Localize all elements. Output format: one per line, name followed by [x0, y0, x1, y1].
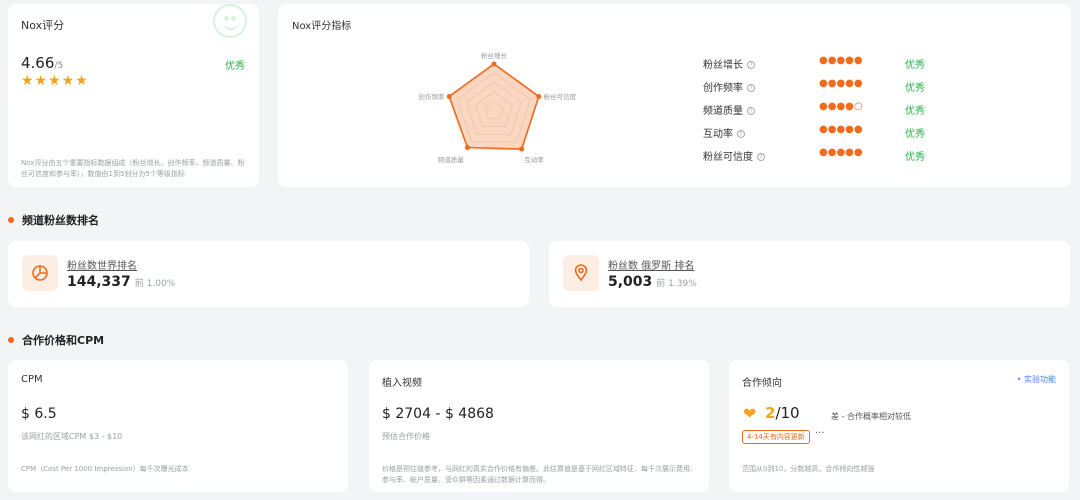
coop-footnote: 范围从0到10，分数越高，合作倾向性越强	[742, 465, 875, 473]
pie-chart-icon	[22, 255, 58, 291]
radar-point	[519, 146, 525, 152]
metric-label: 创作频率?	[703, 79, 755, 94]
world-rank-value: 144,337 前 1.00%	[67, 274, 176, 290]
cpm-value: $ 6.5	[21, 406, 57, 422]
radar-axis-label: 粉丝可信度	[544, 92, 577, 101]
world-rank-link[interactable]: 粉丝数世界排名	[67, 257, 137, 272]
score-description: Nox评分由五个重要指标数据组成（粉丝增长、创作频率、频道质量、粉丝可信度和参与…	[21, 159, 245, 178]
radar-axis-label: 频道质量	[438, 155, 465, 164]
radar-chart: 粉丝增长粉丝可信度互动率 频道质量 创作频率	[418, 51, 577, 164]
metric-row-channel-quality: 频道质量? ●●●●○ 优秀	[703, 101, 1003, 118]
help-icon[interactable]: ?	[737, 130, 745, 138]
metric-dots: ●●●●●	[819, 55, 863, 66]
country-rank-card: 粉丝数 俄罗斯 排名 5,003 前 1.39%	[549, 241, 1070, 307]
radar-point	[491, 61, 497, 67]
metric-grade: 优秀	[905, 152, 925, 163]
metric-dots: ●●●●●	[819, 147, 863, 158]
cooperation-card: 合作倾向 • 实验功能 ❤ 2/10 差 - 合作概率相对较低 4-14天有内容…	[729, 360, 1069, 492]
radar-axis-label: 创作频率	[418, 92, 445, 101]
cpm-range: 该网红的区域CPM $3 - $10	[21, 432, 123, 441]
coop-score-note: 差 - 合作概率相对较低	[831, 412, 911, 421]
radar-series	[448, 62, 540, 150]
help-icon[interactable]: ?	[747, 84, 755, 92]
pricing-section-title: 合作价格和CPM	[8, 332, 104, 348]
metric-grade: 优秀	[905, 106, 925, 117]
nox-metrics-card: Nox评分指标 粉丝增长粉丝可信度互动率 频道质量 创作频率 粉丝增长? ●●●●●…	[278, 4, 1071, 187]
star-rating-icon: ★★★★★	[21, 73, 89, 89]
score-number: 4.66	[21, 54, 55, 72]
video-title: 植入视频	[382, 378, 422, 389]
country-rank-value: 5,003 前 1.39%	[608, 274, 697, 290]
metric-grade: 优秀	[905, 129, 925, 140]
coop-score: 2/10	[765, 404, 800, 422]
help-icon[interactable]: ?	[757, 153, 765, 161]
nox-score-card: Nox评分 4.66/5 优秀 ★★★★★ Nox评分由五个重要指标数据组成（粉…	[8, 4, 259, 187]
smiley-icon	[213, 4, 247, 38]
experimental-feature-link[interactable]: • 实验功能	[1017, 374, 1056, 385]
more-icon[interactable]: ···	[815, 428, 825, 439]
help-icon[interactable]: ?	[747, 107, 755, 115]
help-icon[interactable]: ?	[747, 61, 755, 69]
radar-point	[446, 93, 452, 99]
metric-label: 频道质量?	[703, 102, 755, 117]
radar-axis-label: 互动率	[524, 155, 544, 164]
metric-label: 互动率?	[703, 125, 745, 140]
coop-title: 合作倾向	[742, 378, 782, 389]
cpm-card: CPM $ 6.5 该网红的区域CPM $3 - $10 CPM（Cost Pe…	[8, 360, 348, 492]
radar-point	[464, 145, 470, 151]
score-scale: /5	[54, 61, 64, 71]
integrated-video-card: 植入视频 $ 2704 - $ 4868 预估合作价格 价格是预估值参考，与网红…	[369, 360, 709, 492]
handshake-icon: ❤	[743, 404, 757, 423]
metric-row-create-frequency: 创作频率? ●●●●● 优秀	[703, 78, 1003, 95]
video-footnote: 价格是预估值参考，与网红的真实合作价格有偏差。此估算值是基于网红区域特征、每千次…	[382, 465, 697, 484]
metric-grade: 优秀	[905, 60, 925, 71]
score-title: Nox评分	[21, 19, 65, 32]
metric-label: 粉丝可信度?	[703, 148, 765, 163]
update-frequency-tag: 4-14天有内容更新	[742, 430, 810, 444]
video-sub: 预估合作价格	[382, 432, 430, 441]
ranking-section-title: 频道粉丝数排名	[8, 212, 99, 228]
location-pin-icon	[563, 255, 599, 291]
radar-axis-label: 粉丝增长	[481, 51, 508, 60]
metric-label: 粉丝增长?	[703, 56, 755, 71]
video-price: $ 2704 - $ 4868	[382, 406, 494, 422]
metric-dots: ●●●●○	[819, 101, 863, 112]
score-rating: 优秀	[225, 61, 245, 72]
metric-dots: ●●●●●	[819, 78, 863, 89]
metric-row-fan-credibility: 粉丝可信度? ●●●●● 优秀	[703, 147, 1003, 164]
metric-row-engagement: 互动率? ●●●●● 优秀	[703, 124, 1003, 141]
radar-point	[536, 93, 542, 99]
metrics-title: Nox评分指标	[292, 21, 352, 32]
metric-dots: ●●●●●	[819, 124, 863, 135]
cpm-title: CPM	[21, 374, 43, 385]
cpm-footnote: CPM（Cost Per 1000 Impression）每千次曝光成本	[21, 465, 189, 473]
metric-grade: 优秀	[905, 83, 925, 94]
country-rank-pct: 前 1.39%	[656, 279, 697, 289]
score-value: 4.66/5	[21, 54, 63, 72]
world-rank-pct: 前 1.00%	[134, 279, 176, 289]
world-rank-card: 粉丝数世界排名 144,337 前 1.00%	[8, 241, 529, 307]
country-rank-link[interactable]: 粉丝数 俄罗斯 排名	[608, 257, 694, 272]
metric-row-fan-growth: 粉丝增长? ●●●●● 优秀	[703, 55, 1003, 72]
